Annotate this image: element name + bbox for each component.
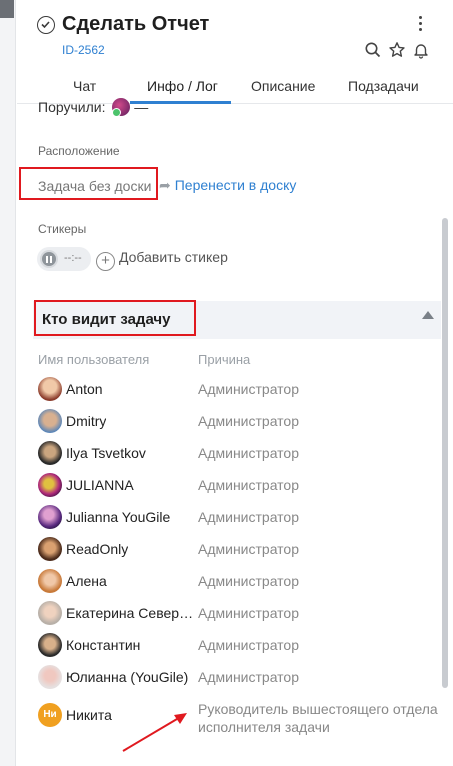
column-header-user: Имя пользователя xyxy=(38,352,150,367)
avatar[interactable] xyxy=(38,505,62,529)
search-icon[interactable] xyxy=(364,41,382,59)
background-app-strip xyxy=(0,0,16,766)
more-menu-icon[interactable] xyxy=(417,16,423,36)
bell-icon[interactable] xyxy=(412,41,430,59)
location-section-label: Расположение xyxy=(38,144,120,158)
tab-subtasks[interactable]: Подзадачи xyxy=(348,78,419,94)
user-name: Никита xyxy=(66,707,112,723)
user-name: Ilya Tsvetkov xyxy=(66,445,146,461)
visibility-reason: Администратор xyxy=(198,477,300,493)
visibility-reason: Администратор xyxy=(198,541,300,557)
visibility-reason: Администратор xyxy=(198,509,300,525)
scrollbar[interactable] xyxy=(442,218,448,688)
user-name: Константин xyxy=(66,637,141,653)
table-row: Ни Никита Руководитель вышестоящего отде… xyxy=(38,700,438,738)
table-row: Anton Администратор xyxy=(38,374,438,404)
timer-sticker[interactable]: --:-- xyxy=(37,247,91,271)
task-title[interactable]: Сделать Отчет xyxy=(62,13,209,36)
table-row: Ilya Tsvetkov Администратор xyxy=(38,438,438,468)
add-sticker-label: Добавить стикер xyxy=(119,249,228,265)
assigned-by: Поручили: — xyxy=(38,98,149,117)
task-id[interactable]: ID-2562 xyxy=(62,43,105,57)
pause-icon[interactable] xyxy=(40,250,58,268)
visibility-reason: Администратор xyxy=(198,445,300,461)
avatar[interactable] xyxy=(38,569,62,593)
assigned-by-suffix: — xyxy=(134,99,149,115)
column-header-reason: Причина xyxy=(198,352,251,367)
add-sticker-button[interactable]: + Добавить стикер xyxy=(96,249,228,271)
plus-icon: + xyxy=(96,252,115,271)
highlight-box-location xyxy=(19,167,158,200)
visibility-reason: Администратор xyxy=(198,605,300,621)
avatar[interactable] xyxy=(38,441,62,465)
visibility-reason: Администратор xyxy=(198,669,300,685)
avatar[interactable] xyxy=(38,537,62,561)
star-icon[interactable] xyxy=(388,41,406,59)
avatar[interactable] xyxy=(38,409,62,433)
move-to-board-link[interactable]: ➦ Перенести в доску xyxy=(159,177,296,194)
table-row: Dmitry Администратор xyxy=(38,406,438,436)
annotation-arrow-icon xyxy=(122,713,187,752)
visibility-reason: Руководитель вышестоящего отдела исполни… xyxy=(198,701,438,735)
visibility-reason: Администратор xyxy=(198,381,300,397)
tab-info-log[interactable]: Инфо / Лог xyxy=(147,78,218,94)
background-app-element xyxy=(0,0,14,18)
stickers-section-label: Стикеры xyxy=(38,222,87,236)
table-row: Константин Администратор xyxy=(38,630,438,660)
move-to-board-label: Перенести в доску xyxy=(174,177,297,193)
avatar[interactable] xyxy=(112,98,131,117)
timer-text: --:-- xyxy=(64,252,82,264)
highlight-box-visibility xyxy=(34,300,196,336)
complete-task-icon[interactable] xyxy=(37,16,55,34)
table-row: Алена Администратор xyxy=(38,566,438,596)
table-row: JULIANNA Администратор xyxy=(38,470,438,500)
avatar[interactable] xyxy=(38,601,62,625)
table-row: Julianna YouGile Администратор xyxy=(38,502,438,532)
collapse-caret-icon[interactable] xyxy=(422,311,434,319)
share-arrow-icon: ➦ xyxy=(159,177,171,193)
tab-chat[interactable]: Чат xyxy=(73,78,96,94)
user-name: JULIANNA xyxy=(66,477,134,493)
visibility-reason: Администратор xyxy=(198,573,300,589)
user-name: Екатерина Северова xyxy=(66,605,198,621)
avatar[interactable] xyxy=(38,377,62,401)
avatar[interactable]: Ни xyxy=(38,703,62,727)
user-name: Алена xyxy=(66,573,107,589)
avatar[interactable] xyxy=(38,665,62,689)
user-name: Anton xyxy=(66,381,103,397)
table-row: Екатерина Северова Администратор xyxy=(38,598,438,628)
user-name: Julianna YouGile xyxy=(66,509,171,525)
user-name: Dmitry xyxy=(66,413,107,429)
visibility-reason: Администратор xyxy=(198,637,300,653)
assigned-by-label: Поручили: xyxy=(38,99,106,115)
user-name: Юлианна (YouGile) xyxy=(66,669,189,685)
avatar[interactable] xyxy=(38,633,62,657)
tab-description[interactable]: Описание xyxy=(251,78,315,94)
avatar[interactable] xyxy=(38,473,62,497)
visibility-reason: Администратор xyxy=(198,413,300,429)
table-row: ReadOnly Администратор xyxy=(38,534,438,564)
user-name: ReadOnly xyxy=(66,541,129,557)
task-panel: Сделать Отчет ID-2562 Чат Инфо / Лог Опи… xyxy=(17,0,453,766)
table-row: Юлианна (YouGile) Администратор xyxy=(38,662,438,692)
